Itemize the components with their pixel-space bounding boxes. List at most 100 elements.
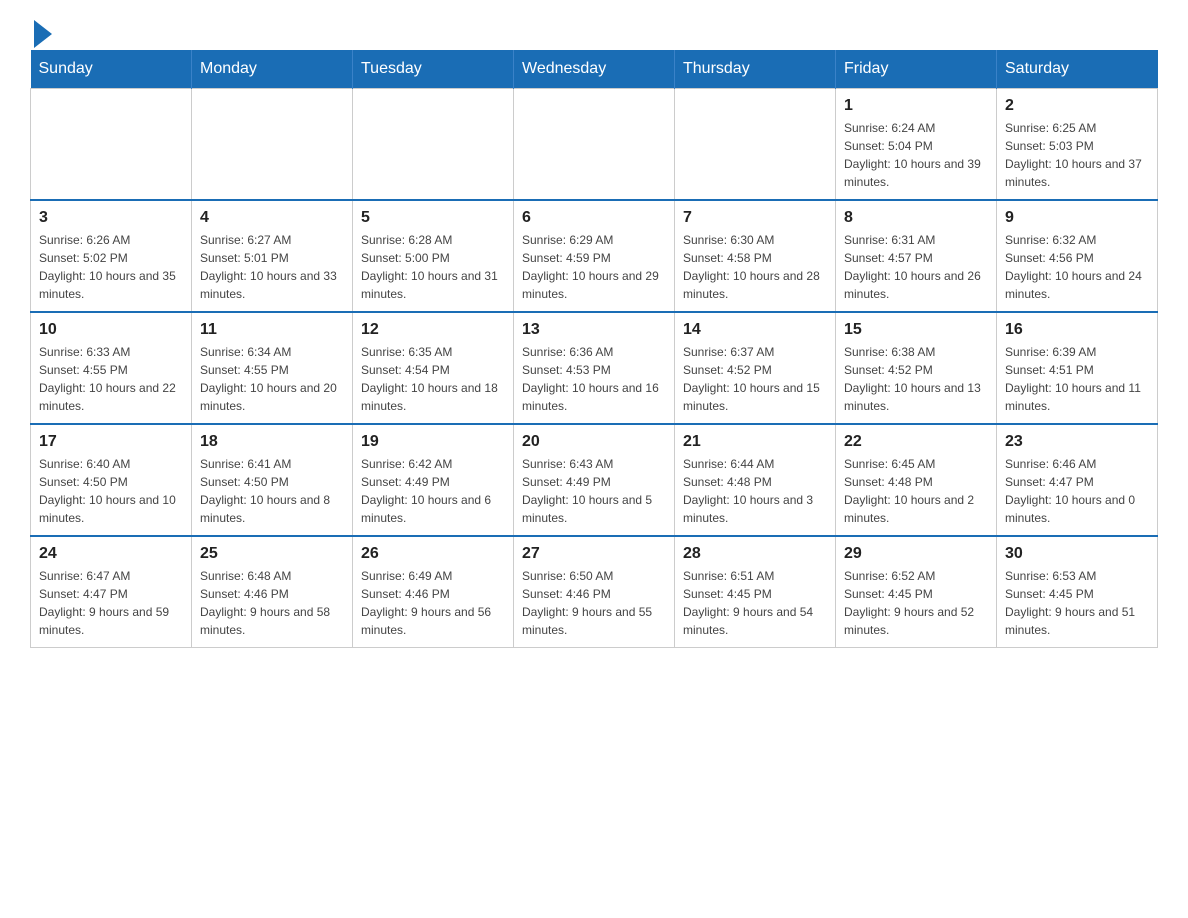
day-number: 7 — [683, 209, 827, 227]
calendar-cell — [514, 89, 675, 201]
day-info: Sunrise: 6:29 AM Sunset: 4:59 PM Dayligh… — [522, 231, 666, 303]
calendar-week-row: 10 Sunrise: 6:33 AM Sunset: 4:55 PM Dayli… — [31, 312, 1158, 424]
calendar-cell — [353, 89, 514, 201]
day-info: Sunrise: 6:24 AM Sunset: 5:04 PM Dayligh… — [844, 119, 988, 191]
day-number: 14 — [683, 321, 827, 339]
day-info: Sunrise: 6:50 AM Sunset: 4:46 PM Dayligh… — [522, 567, 666, 639]
calendar-cell: 25Sunrise: 6:48 AM Sunset: 4:46 PM Dayli… — [192, 536, 353, 648]
calendar-cell: 10 Sunrise: 6:33 AM Sunset: 4:55 PM Dayli… — [31, 312, 192, 424]
calendar-cell: 24 Sunrise: 6:47 AM Sunset: 4:47 PM Dayli… — [31, 536, 192, 648]
day-number: 21 — [683, 433, 827, 451]
day-number: 1 — [844, 97, 988, 115]
calendar-cell: 8 Sunrise: 6:31 AM Sunset: 4:57 PM Daylig… — [836, 200, 997, 312]
calendar-cell: 26 Sunrise: 6:49 AM Sunset: 4:46 PM Dayli… — [353, 536, 514, 648]
day-number: 4 — [200, 209, 344, 227]
day-info: Sunrise: 6:40 AM Sunset: 4:50 PM Dayligh… — [39, 455, 183, 527]
calendar-cell: 5 Sunrise: 6:28 AM Sunset: 5:00 PM Daylig… — [353, 200, 514, 312]
day-info: Sunrise: 6:45 AM Sunset: 4:48 PM Dayligh… — [844, 455, 988, 527]
day-number: 27 — [522, 545, 666, 563]
calendar-cell: 20 Sunrise: 6:43 AM Sunset: 4:49 PM Dayli… — [514, 424, 675, 536]
calendar-cell: 3Sunrise: 6:26 AM Sunset: 5:02 PM Daylig… — [31, 200, 192, 312]
day-number: 22 — [844, 433, 988, 451]
calendar-cell: 16 Sunrise: 6:39 AM Sunset: 4:51 PM Dayli… — [997, 312, 1158, 424]
day-number: 30 — [1005, 545, 1149, 563]
day-number: 10 — [39, 321, 183, 339]
day-info: Sunrise: 6:35 AM Sunset: 4:54 PM Dayligh… — [361, 343, 505, 415]
calendar-cell: 11 Sunrise: 6:34 AM Sunset: 4:55 PM Dayli… — [192, 312, 353, 424]
day-number: 13 — [522, 321, 666, 339]
calendar-table: SundayMondayTuesdayWednesdayThursdayFrid… — [30, 50, 1158, 648]
calendar-cell: 15 Sunrise: 6:38 AM Sunset: 4:52 PM Dayli… — [836, 312, 997, 424]
calendar-cell: 12 Sunrise: 6:35 AM Sunset: 4:54 PM Dayli… — [353, 312, 514, 424]
day-info: Sunrise: 6:44 AM Sunset: 4:48 PM Dayligh… — [683, 455, 827, 527]
day-info: Sunrise: 6:27 AM Sunset: 5:01 PM Dayligh… — [200, 231, 344, 303]
day-info: Sunrise: 6:31 AM Sunset: 4:57 PM Dayligh… — [844, 231, 988, 303]
day-info: Sunrise: 6:43 AM Sunset: 4:49 PM Dayligh… — [522, 455, 666, 527]
page-header — [30, 20, 1158, 40]
weekday-header-wednesday: Wednesday — [514, 50, 675, 89]
calendar-cell: 28Sunrise: 6:51 AM Sunset: 4:45 PM Dayli… — [675, 536, 836, 648]
day-number: 24 — [39, 545, 183, 563]
day-number: 15 — [844, 321, 988, 339]
day-info: Sunrise: 6:41 AM Sunset: 4:50 PM Dayligh… — [200, 455, 344, 527]
day-number: 29 — [844, 545, 988, 563]
calendar-cell: 17 Sunrise: 6:40 AM Sunset: 4:50 PM Dayli… — [31, 424, 192, 536]
day-info: Sunrise: 6:33 AM Sunset: 4:55 PM Dayligh… — [39, 343, 183, 415]
day-info: Sunrise: 6:28 AM Sunset: 5:00 PM Dayligh… — [361, 231, 505, 303]
weekday-header-monday: Monday — [192, 50, 353, 89]
day-info: Sunrise: 6:49 AM Sunset: 4:46 PM Dayligh… — [361, 567, 505, 639]
weekday-header-friday: Friday — [836, 50, 997, 89]
calendar-cell: 2 Sunrise: 6:25 AM Sunset: 5:03 PM Daylig… — [997, 89, 1158, 201]
day-info: Sunrise: 6:34 AM Sunset: 4:55 PM Dayligh… — [200, 343, 344, 415]
day-number: 23 — [1005, 433, 1149, 451]
calendar-cell: 29 Sunrise: 6:52 AM Sunset: 4:45 PM Dayli… — [836, 536, 997, 648]
weekday-header-thursday: Thursday — [675, 50, 836, 89]
day-number: 3 — [39, 209, 183, 227]
logo-arrow-icon — [34, 20, 52, 48]
day-info: Sunrise: 6:48 AM Sunset: 4:46 PM Dayligh… — [200, 567, 344, 639]
calendar-cell: 14Sunrise: 6:37 AM Sunset: 4:52 PM Dayli… — [675, 312, 836, 424]
day-number: 11 — [200, 321, 344, 339]
weekday-header-sunday: Sunday — [31, 50, 192, 89]
day-info: Sunrise: 6:46 AM Sunset: 4:47 PM Dayligh… — [1005, 455, 1149, 527]
calendar-cell — [192, 89, 353, 201]
day-info: Sunrise: 6:32 AM Sunset: 4:56 PM Dayligh… — [1005, 231, 1149, 303]
day-number: 26 — [361, 545, 505, 563]
day-info: Sunrise: 6:30 AM Sunset: 4:58 PM Dayligh… — [683, 231, 827, 303]
weekday-header-row: SundayMondayTuesdayWednesdayThursdayFrid… — [31, 50, 1158, 89]
day-info: Sunrise: 6:39 AM Sunset: 4:51 PM Dayligh… — [1005, 343, 1149, 415]
calendar-cell: 13Sunrise: 6:36 AM Sunset: 4:53 PM Dayli… — [514, 312, 675, 424]
calendar-cell: 19Sunrise: 6:42 AM Sunset: 4:49 PM Dayli… — [353, 424, 514, 536]
calendar-cell: 9 Sunrise: 6:32 AM Sunset: 4:56 PM Daylig… — [997, 200, 1158, 312]
day-number: 16 — [1005, 321, 1149, 339]
day-number: 6 — [522, 209, 666, 227]
calendar-cell: 22 Sunrise: 6:45 AM Sunset: 4:48 PM Dayli… — [836, 424, 997, 536]
day-number: 2 — [1005, 97, 1149, 115]
calendar-cell — [31, 89, 192, 201]
day-number: 20 — [522, 433, 666, 451]
calendar-cell: 27 Sunrise: 6:50 AM Sunset: 4:46 PM Dayli… — [514, 536, 675, 648]
day-number: 18 — [200, 433, 344, 451]
day-number: 12 — [361, 321, 505, 339]
calendar-cell: 4 Sunrise: 6:27 AM Sunset: 5:01 PM Daylig… — [192, 200, 353, 312]
day-info: Sunrise: 6:47 AM Sunset: 4:47 PM Dayligh… — [39, 567, 183, 639]
day-number: 17 — [39, 433, 183, 451]
calendar-cell: 30 Sunrise: 6:53 AM Sunset: 4:45 PM Dayli… — [997, 536, 1158, 648]
day-info: Sunrise: 6:25 AM Sunset: 5:03 PM Dayligh… — [1005, 119, 1149, 191]
calendar-week-row: 24 Sunrise: 6:47 AM Sunset: 4:47 PM Dayli… — [31, 536, 1158, 648]
day-number: 9 — [1005, 209, 1149, 227]
day-info: Sunrise: 6:38 AM Sunset: 4:52 PM Dayligh… — [844, 343, 988, 415]
calendar-cell: 18 Sunrise: 6:41 AM Sunset: 4:50 PM Dayli… — [192, 424, 353, 536]
calendar-week-row: 17 Sunrise: 6:40 AM Sunset: 4:50 PM Dayli… — [31, 424, 1158, 536]
day-number: 8 — [844, 209, 988, 227]
day-number: 5 — [361, 209, 505, 227]
day-info: Sunrise: 6:53 AM Sunset: 4:45 PM Dayligh… — [1005, 567, 1149, 639]
calendar-cell: 23 Sunrise: 6:46 AM Sunset: 4:47 PM Dayli… — [997, 424, 1158, 536]
calendar-cell: 6 Sunrise: 6:29 AM Sunset: 4:59 PM Daylig… — [514, 200, 675, 312]
day-number: 28 — [683, 545, 827, 563]
weekday-header-tuesday: Tuesday — [353, 50, 514, 89]
calendar-cell: 7 Sunrise: 6:30 AM Sunset: 4:58 PM Daylig… — [675, 200, 836, 312]
day-info: Sunrise: 6:52 AM Sunset: 4:45 PM Dayligh… — [844, 567, 988, 639]
weekday-header-saturday: Saturday — [997, 50, 1158, 89]
calendar-cell: 21 Sunrise: 6:44 AM Sunset: 4:48 PM Dayli… — [675, 424, 836, 536]
